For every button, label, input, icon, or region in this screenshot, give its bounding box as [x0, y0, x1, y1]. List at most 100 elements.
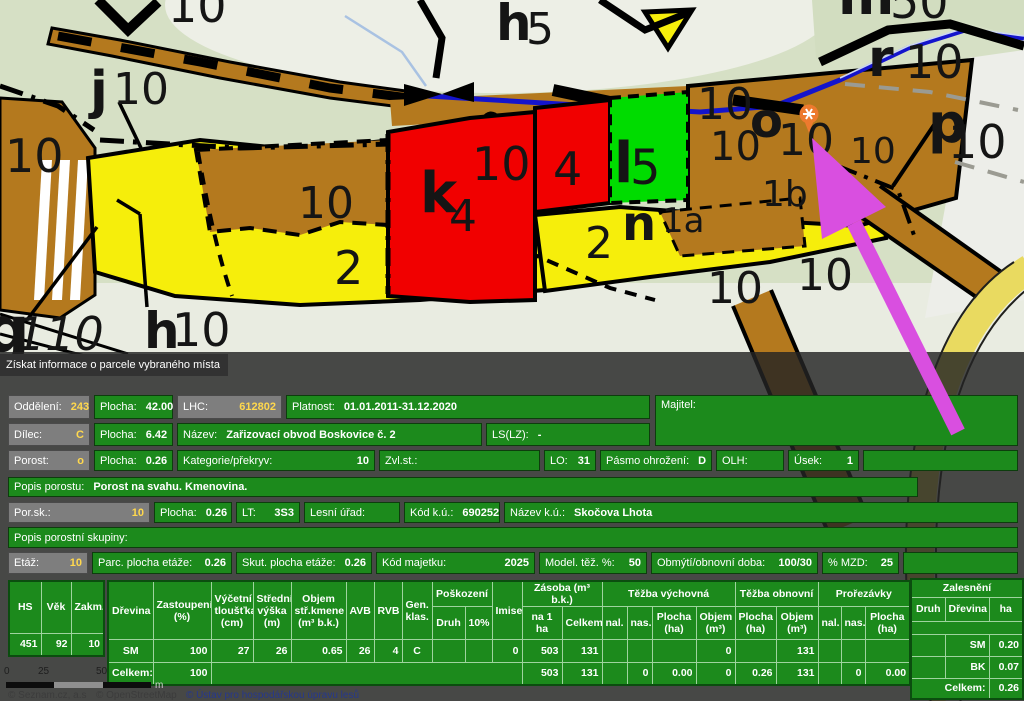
field-nazev-ku: Název k.ú.:Skočova Lhota	[504, 502, 1018, 523]
cell-total-to-plocha: 0.26	[735, 663, 776, 685]
stand-breakdown-table: Dřevina Zastoupení (%) Výčetní tloušťka …	[107, 580, 911, 686]
map-label: 4	[553, 142, 582, 196]
col-zal-drevina: Dřevina	[945, 597, 989, 621]
field-model-tez: Model. těž. %:50	[539, 552, 647, 574]
table-total-row: Celkem: 100 503 131 0 0.00 0 0.26 131 0 …	[108, 663, 910, 685]
map-label: 10	[948, 115, 1007, 169]
cell-zal-total-value: 0.26	[989, 678, 1023, 699]
cell-posk-druh	[432, 640, 465, 663]
field-plocha-oddeleni: Plocha:42.00	[94, 395, 173, 419]
map-label: 2	[334, 241, 363, 295]
attrib-uhul[interactable]: © Ústav pro hospodářskou úpravu lesů	[186, 690, 359, 701]
map-label: 10	[5, 129, 64, 183]
cell-total-na1ha: 503	[522, 663, 562, 685]
scale-tick-0: 0	[4, 666, 10, 677]
cell-tv-nal	[602, 640, 627, 663]
cell-zal-druh	[911, 634, 945, 656]
col-tv-objem: Objem (m³)	[696, 607, 735, 640]
cell-rvb: 4	[374, 640, 402, 663]
cell-pr-nal	[818, 640, 841, 663]
cell-total-pr-nal	[818, 663, 841, 685]
map-label: 10	[113, 64, 169, 115]
cell-vycetni: 27	[211, 640, 253, 663]
col-posk-10pct: 10%	[465, 607, 492, 640]
field-plocha-porsk: Plocha:0.26	[154, 502, 232, 523]
group-tezba-vychovna: Těžba výchovná	[602, 581, 735, 607]
table-row: SM 100 27 26 0.65 26 4 C 0 503 131 0 131	[108, 640, 910, 663]
col-hs: HS	[9, 581, 41, 633]
cell-tv-nas	[627, 640, 652, 663]
col-to-plocha: Plocha (ha)	[735, 607, 776, 640]
map-label: 10	[298, 178, 354, 229]
col-stredni: Střední výška (m)	[253, 581, 291, 640]
col-avb: AVB	[346, 581, 374, 640]
cell-na1ha: 503	[522, 640, 562, 663]
map-label: m	[838, 0, 894, 27]
cell-tv-objem: 0	[696, 640, 735, 663]
app-window: 10h5m50j1010r10p101010o1010k1044l51022n1…	[0, 0, 1024, 701]
field-olh: OLH:	[716, 450, 784, 471]
map-label: 10	[797, 250, 853, 301]
cell-gen: C	[402, 640, 432, 663]
field-kategorie: Kategorie/překryv:10	[177, 450, 375, 471]
field-porost: Porost:o	[8, 450, 90, 471]
group-zasoba: Zásoba (m³ b.k.)	[522, 581, 602, 607]
map-label: 10	[168, 0, 227, 33]
map-label: 1b	[762, 174, 808, 215]
map-label: 50	[890, 0, 949, 29]
cell-zastoupeni: 100	[153, 640, 211, 663]
field-platnost: Platnost:01.01.2011-31.12.2020	[286, 395, 650, 419]
col-tv-plocha: Plocha (ha)	[652, 607, 696, 640]
attrib-seznam[interactable]: © Seznam.cz, a.s	[8, 690, 87, 701]
zalesneni-table: Zalesnění Druh Dřevina ha SM 0.20 BK 0.0…	[910, 578, 1024, 700]
col-vek: Věk	[41, 581, 71, 633]
cell-total-tv-objem: 0	[696, 663, 735, 685]
map-label: 5	[526, 4, 554, 55]
col-vycetni: Výčetní tloušťka (cm)	[211, 581, 253, 640]
cell-total-pr-nas: 0	[841, 663, 865, 685]
attrib-osm[interactable]: © OpenStreetMap	[96, 690, 177, 701]
col-imise: Imise	[492, 581, 522, 640]
col-zal-druh: Druh	[911, 597, 945, 621]
cell-hs: 451	[9, 633, 41, 656]
cell-zal-drevina: BK	[945, 656, 989, 678]
cell-zal-ha: 0.20	[989, 634, 1023, 656]
cell-total-spacer	[211, 663, 522, 685]
scalebar-segment	[103, 682, 151, 688]
cell-zal-spacer	[911, 621, 1023, 634]
col-drevina: Dřevina	[108, 581, 153, 640]
panel-cell-empty	[863, 450, 1018, 471]
col-zasoba-celkem: Celkem	[562, 607, 602, 640]
map-label: 1a	[662, 201, 704, 241]
field-porsk: Por.sk.:10	[8, 502, 150, 523]
map-label: 10	[707, 263, 763, 314]
field-popis-porostu: Popis porostu:Porost na svahu. Kmenovina…	[8, 477, 918, 497]
field-kod-ku: Kód k.ú.:690252	[404, 502, 500, 523]
field-plocha-dilec: Plocha:6.42	[94, 423, 173, 446]
field-oddeleni: Oddělení:243	[8, 395, 90, 419]
group-tezba-obnovni: Těžba obnovní	[735, 581, 818, 607]
col-pr-plocha: Plocha (ha)	[865, 607, 910, 640]
cell-objem-kmene: 0.65	[291, 640, 346, 663]
cell-total-tv-nal	[602, 663, 627, 685]
cell-zal-total-label: Celkem:	[911, 678, 989, 699]
group-zalesneni: Zalesnění	[911, 579, 1023, 597]
group-poskozeni: Poškození	[432, 581, 492, 607]
cell-pr-plocha	[865, 640, 910, 663]
panel-cell-empty	[903, 552, 1018, 574]
cell-drevina: SM	[108, 640, 153, 663]
field-pasmo: Pásmo ohrožení:D	[600, 450, 712, 471]
map-label: 10	[472, 137, 531, 191]
field-lt: LT:3S3	[236, 502, 300, 523]
col-na1ha: na 1 ha	[522, 607, 562, 640]
map-label: 10	[710, 124, 761, 170]
field-majitel: Majitel:	[655, 395, 1018, 446]
cell-total-tv-nas: 0	[627, 663, 652, 685]
col-posk-druh: Druh	[432, 607, 465, 640]
map-label: 10	[905, 35, 964, 89]
cell-zal-druh	[911, 656, 945, 678]
scalebar-segment	[54, 682, 103, 688]
field-dilec: Dílec:C	[8, 423, 90, 446]
cell-stredni: 26	[253, 640, 291, 663]
field-popis-skupiny: Popis porostní skupiny:	[8, 527, 1018, 548]
